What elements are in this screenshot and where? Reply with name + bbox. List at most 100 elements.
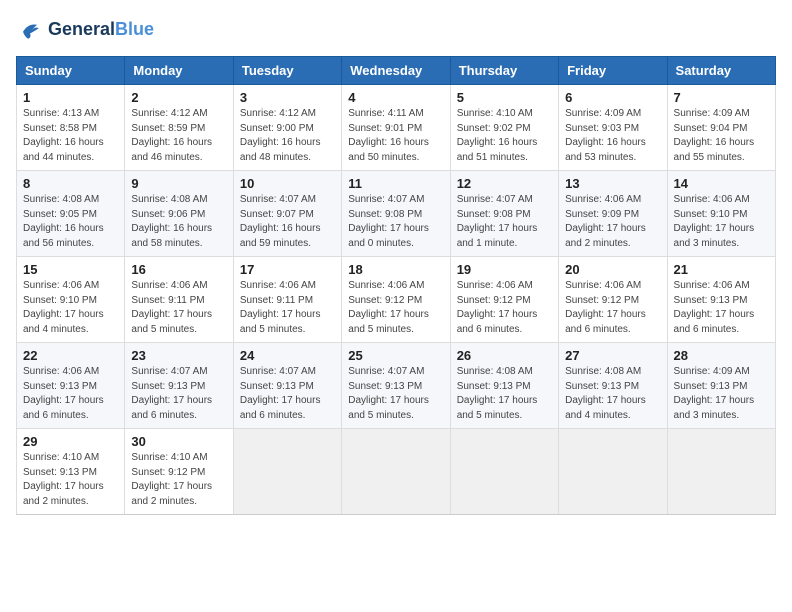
- day-number: 17: [240, 262, 335, 277]
- day-number: 18: [348, 262, 443, 277]
- day-of-week-header: Monday: [125, 57, 233, 85]
- day-number: 8: [23, 176, 118, 191]
- calendar-week-row: 15Sunrise: 4:06 AMSunset: 9:10 PMDayligh…: [17, 257, 776, 343]
- day-number: 27: [565, 348, 660, 363]
- calendar-cell: 12 Sunrise: 4:07 AMSunset: 9:08 PMDayligh…: [450, 171, 558, 257]
- day-info: Sunrise: 4:08 AMSunset: 9:13 PMDaylight:…: [565, 365, 660, 423]
- day-info: Sunrise: 4:06 AMSunset: 9:10 PMDaylight:…: [23, 279, 118, 337]
- day-number: 24: [240, 348, 335, 363]
- day-number: 4: [348, 90, 443, 105]
- calendar-cell: 2 Sunrise: 4:12 AMSunset: 8:59 PMDaylight…: [125, 85, 233, 171]
- day-info: Sunrise: 4:06 AMSunset: 9:12 PMDaylight:…: [348, 279, 443, 337]
- calendar-week-row: 1 Sunrise: 4:13 AMSunset: 8:58 PMDaylight…: [17, 85, 776, 171]
- day-info: Sunrise: 4:07 AMSunset: 9:08 PMDaylight:…: [457, 193, 552, 251]
- day-of-week-header: Wednesday: [342, 57, 450, 85]
- day-info: Sunrise: 4:07 AMSunset: 9:13 PMDaylight:…: [240, 365, 335, 423]
- calendar-cell: 1 Sunrise: 4:13 AMSunset: 8:58 PMDaylight…: [17, 85, 125, 171]
- calendar-cell: [667, 429, 775, 515]
- calendar-cell: 23 Sunrise: 4:07 AMSunset: 9:13 PMDayligh…: [125, 343, 233, 429]
- day-info: Sunrise: 4:13 AMSunset: 8:58 PMDaylight:…: [23, 107, 118, 165]
- calendar-cell: 15Sunrise: 4:06 AMSunset: 9:10 PMDayligh…: [17, 257, 125, 343]
- day-info: Sunrise: 4:07 AMSunset: 9:13 PMDaylight:…: [348, 365, 443, 423]
- day-info: Sunrise: 4:10 AMSunset: 9:13 PMDaylight:…: [23, 451, 118, 509]
- calendar-cell: 26 Sunrise: 4:08 AMSunset: 9:13 PMDayligh…: [450, 343, 558, 429]
- day-number: 6: [565, 90, 660, 105]
- logo-text: GeneralBlue: [48, 20, 154, 40]
- calendar-cell: 19 Sunrise: 4:06 AMSunset: 9:12 PMDayligh…: [450, 257, 558, 343]
- logo-icon: [16, 16, 44, 44]
- calendar-cell: [233, 429, 341, 515]
- day-info: Sunrise: 4:07 AMSunset: 9:07 PMDaylight:…: [240, 193, 335, 251]
- calendar-cell: 6Sunrise: 4:09 AMSunset: 9:03 PMDaylight…: [559, 85, 667, 171]
- day-info: Sunrise: 4:06 AMSunset: 9:12 PMDaylight:…: [457, 279, 552, 337]
- calendar-table: SundayMondayTuesdayWednesdayThursdayFrid…: [16, 56, 776, 515]
- day-number: 10: [240, 176, 335, 191]
- calendar-cell: 9Sunrise: 4:08 AMSunset: 9:06 PMDaylight…: [125, 171, 233, 257]
- day-number: 3: [240, 90, 335, 105]
- day-number: 30: [131, 434, 226, 449]
- day-info: Sunrise: 4:07 AMSunset: 9:08 PMDaylight:…: [348, 193, 443, 251]
- calendar-cell: 5 Sunrise: 4:10 AMSunset: 9:02 PMDaylight…: [450, 85, 558, 171]
- day-number: 12: [457, 176, 552, 191]
- calendar-cell: 24 Sunrise: 4:07 AMSunset: 9:13 PMDayligh…: [233, 343, 341, 429]
- calendar-cell: 14Sunrise: 4:06 AMSunset: 9:10 PMDayligh…: [667, 171, 775, 257]
- day-info: Sunrise: 4:11 AMSunset: 9:01 PMDaylight:…: [348, 107, 443, 165]
- day-number: 13: [565, 176, 660, 191]
- day-number: 1: [23, 90, 118, 105]
- day-number: 5: [457, 90, 552, 105]
- day-of-week-header: Saturday: [667, 57, 775, 85]
- logo: GeneralBlue: [16, 16, 154, 44]
- day-number: 7: [674, 90, 769, 105]
- calendar-week-row: 22Sunrise: 4:06 AMSunset: 9:13 PMDayligh…: [17, 343, 776, 429]
- day-info: Sunrise: 4:08 AMSunset: 9:13 PMDaylight:…: [457, 365, 552, 423]
- calendar-week-row: 8 Sunrise: 4:08 AMSunset: 9:05 PMDaylight…: [17, 171, 776, 257]
- calendar-cell: 30 Sunrise: 4:10 AMSunset: 9:12 PMDayligh…: [125, 429, 233, 515]
- calendar-cell: 11 Sunrise: 4:07 AMSunset: 9:08 PMDayligh…: [342, 171, 450, 257]
- day-info: Sunrise: 4:06 AMSunset: 9:09 PMDaylight:…: [565, 193, 660, 251]
- day-info: Sunrise: 4:09 AMSunset: 9:13 PMDaylight:…: [674, 365, 769, 423]
- calendar-cell: 27 Sunrise: 4:08 AMSunset: 9:13 PMDayligh…: [559, 343, 667, 429]
- day-info: Sunrise: 4:06 AMSunset: 9:11 PMDaylight:…: [131, 279, 226, 337]
- day-info: Sunrise: 4:06 AMSunset: 9:12 PMDaylight:…: [565, 279, 660, 337]
- calendar-week-row: 29 Sunrise: 4:10 AMSunset: 9:13 PMDayligh…: [17, 429, 776, 515]
- calendar-cell: 16 Sunrise: 4:06 AMSunset: 9:11 PMDayligh…: [125, 257, 233, 343]
- day-info: Sunrise: 4:10 AMSunset: 9:02 PMDaylight:…: [457, 107, 552, 165]
- day-info: Sunrise: 4:12 AMSunset: 8:59 PMDaylight:…: [131, 107, 226, 165]
- calendar-cell: 21 Sunrise: 4:06 AMSunset: 9:13 PMDayligh…: [667, 257, 775, 343]
- day-of-week-header: Thursday: [450, 57, 558, 85]
- calendar-cell: [559, 429, 667, 515]
- calendar-header-row: SundayMondayTuesdayWednesdayThursdayFrid…: [17, 57, 776, 85]
- calendar-cell: 28 Sunrise: 4:09 AMSunset: 9:13 PMDayligh…: [667, 343, 775, 429]
- calendar-cell: 4 Sunrise: 4:11 AMSunset: 9:01 PMDaylight…: [342, 85, 450, 171]
- day-number: 28: [674, 348, 769, 363]
- day-number: 29: [23, 434, 118, 449]
- calendar-cell: 17 Sunrise: 4:06 AMSunset: 9:11 PMDayligh…: [233, 257, 341, 343]
- day-info: Sunrise: 4:06 AMSunset: 9:13 PMDaylight:…: [674, 279, 769, 337]
- day-number: 19: [457, 262, 552, 277]
- day-number: 22: [23, 348, 118, 363]
- calendar-cell: 29 Sunrise: 4:10 AMSunset: 9:13 PMDayligh…: [17, 429, 125, 515]
- day-number: 21: [674, 262, 769, 277]
- calendar-cell: 8 Sunrise: 4:08 AMSunset: 9:05 PMDaylight…: [17, 171, 125, 257]
- calendar-cell: 7Sunrise: 4:09 AMSunset: 9:04 PMDaylight…: [667, 85, 775, 171]
- calendar-cell: 25 Sunrise: 4:07 AMSunset: 9:13 PMDayligh…: [342, 343, 450, 429]
- day-number: 20: [565, 262, 660, 277]
- day-info: Sunrise: 4:10 AMSunset: 9:12 PMDaylight:…: [131, 451, 226, 509]
- calendar-cell: [342, 429, 450, 515]
- day-of-week-header: Tuesday: [233, 57, 341, 85]
- day-info: Sunrise: 4:12 AMSunset: 9:00 PMDaylight:…: [240, 107, 335, 165]
- day-info: Sunrise: 4:06 AMSunset: 9:11 PMDaylight:…: [240, 279, 335, 337]
- calendar-cell: 18 Sunrise: 4:06 AMSunset: 9:12 PMDayligh…: [342, 257, 450, 343]
- calendar-cell: [450, 429, 558, 515]
- day-number: 26: [457, 348, 552, 363]
- day-number: 16: [131, 262, 226, 277]
- day-of-week-header: Friday: [559, 57, 667, 85]
- day-number: 2: [131, 90, 226, 105]
- day-info: Sunrise: 4:07 AMSunset: 9:13 PMDaylight:…: [131, 365, 226, 423]
- day-info: Sunrise: 4:08 AMSunset: 9:05 PMDaylight:…: [23, 193, 118, 251]
- day-number: 23: [131, 348, 226, 363]
- page-header: GeneralBlue: [16, 16, 776, 44]
- day-number: 25: [348, 348, 443, 363]
- day-number: 14: [674, 176, 769, 191]
- day-number: 11: [348, 176, 443, 191]
